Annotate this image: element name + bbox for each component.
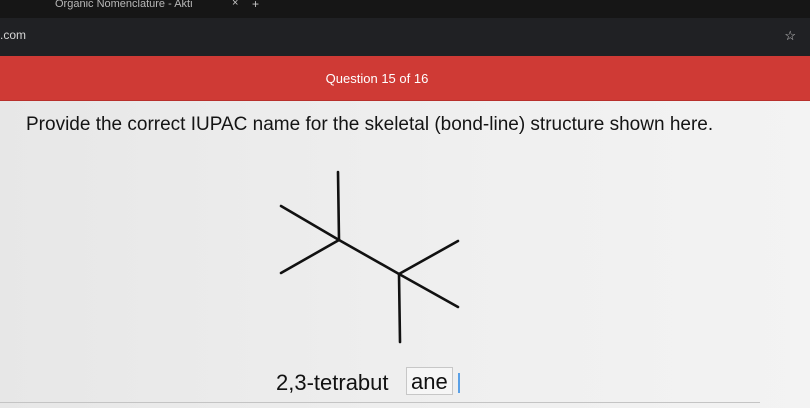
answer-text-boxed: ane xyxy=(411,369,448,394)
browser-tabbar: Organic Nomenclature - Akti × + xyxy=(0,0,810,18)
browser-tab[interactable]: Organic Nomenclature - Akti xyxy=(55,0,225,18)
bond xyxy=(279,204,341,242)
bond xyxy=(397,272,460,309)
bond xyxy=(337,238,401,276)
question-area: Provide the correct IUPAC name for the s… xyxy=(0,101,810,408)
quiz-header: Question 15 of 16 xyxy=(0,56,810,101)
answer-input[interactable]: 2,3-tetrabut ane xyxy=(276,367,466,397)
text-cursor xyxy=(458,373,460,393)
browser-toolbar: .com ☆ xyxy=(0,18,810,56)
plus-icon[interactable]: + xyxy=(252,0,259,11)
skeletal-structure xyxy=(279,170,460,344)
answer-text: 2,3-tetrabut xyxy=(276,370,389,395)
close-icon[interactable]: × xyxy=(232,0,238,9)
bond xyxy=(279,238,341,275)
question-counter: Question 15 of 16 xyxy=(325,71,429,86)
bond xyxy=(397,239,460,276)
address-bar[interactable]: .com xyxy=(0,28,26,42)
bond xyxy=(336,170,341,242)
star-icon[interactable]: ☆ xyxy=(784,28,796,44)
divider xyxy=(0,402,760,403)
bond xyxy=(397,272,402,344)
answer-input-box[interactable]: ane xyxy=(406,367,453,395)
